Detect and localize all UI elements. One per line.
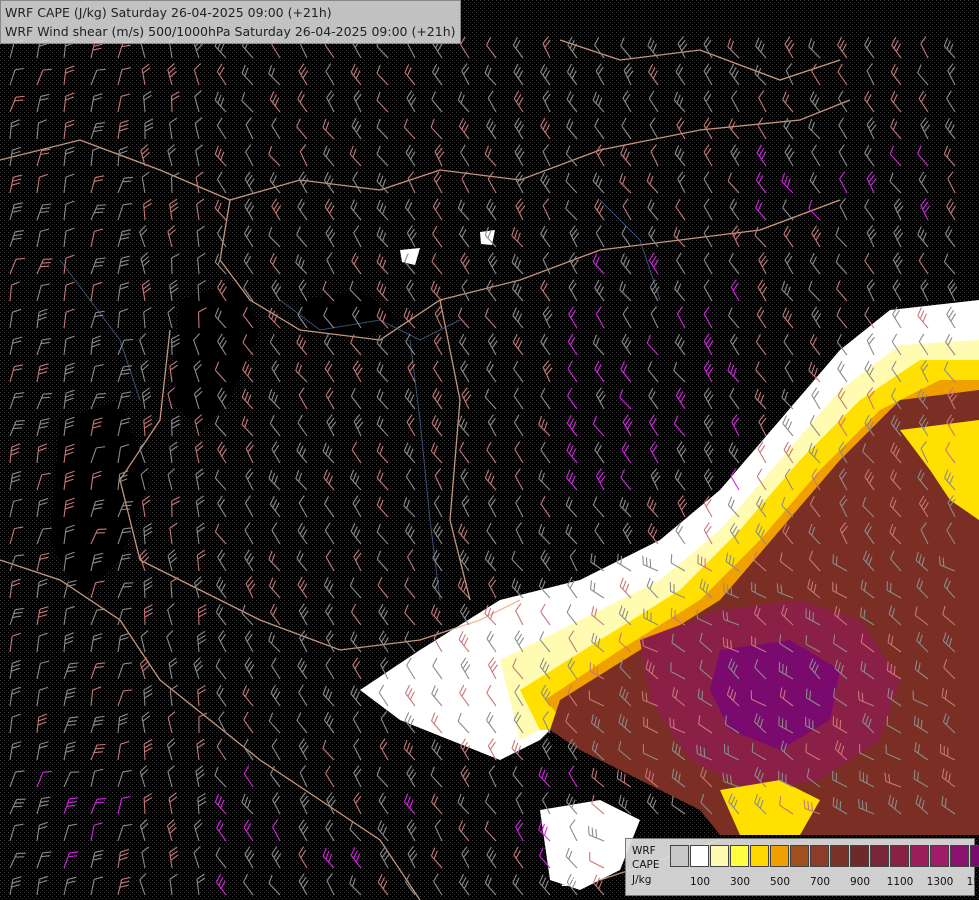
legend-tick-label: 1300 [926,876,954,888]
title-wind-shear: WRF Wind shear (m/s) 500/1000hPa Saturda… [5,24,456,39]
legend-ticks: 100 300 500 700 900 1100 1300 1500 [670,876,979,890]
legend-swatch [770,845,789,867]
legend-tick-label: 700 [809,876,831,888]
legend-model-label: WRF [632,845,656,857]
map-title: WRF CAPE (J/kg) Saturday 26-04-2025 09:0… [0,0,461,44]
legend-field-label: CAPE [632,859,660,871]
legend-swatch [910,845,929,867]
legend-tick-label: 100 [689,876,711,888]
legend-swatch [870,845,889,867]
legend-tick-label: 900 [849,876,871,888]
legend-swatches [670,845,979,867]
title-cape: WRF CAPE (J/kg) Saturday 26-04-2025 09:0… [5,5,332,20]
weather-map: 200 [0,0,979,900]
legend-swatch [930,845,949,867]
legend-swatch [970,845,979,867]
legend-swatch [730,845,749,867]
legend-swatch [850,845,869,867]
legend-swatch [790,845,809,867]
legend-swatch [690,845,709,867]
legend-tick-label: 500 [769,876,791,888]
legend-swatch [810,845,829,867]
legend-unit-label: J/kg [632,874,652,886]
contour-label: 200 [561,876,582,889]
cape-legend: WRF CAPE J/kg 100 300 500 700 900 1100 1300 150… [625,838,979,896]
legend-swatch [710,845,729,867]
legend-tick-label: 300 [729,876,751,888]
legend-tick-label: 1500 [966,876,979,888]
legend-swatch [750,845,769,867]
legend-tick-label: 1100 [886,876,914,888]
legend-swatch [670,845,689,867]
legend-swatch [830,845,849,867]
legend-swatch [890,845,909,867]
legend-swatch [950,845,969,867]
